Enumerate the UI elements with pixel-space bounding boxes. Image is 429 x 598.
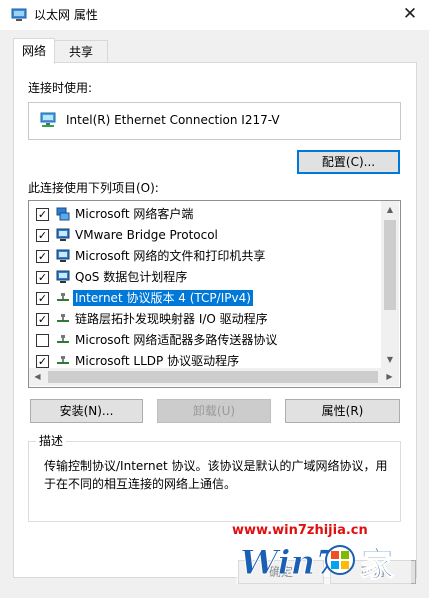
list-item[interactable]: ✓ Microsoft 网络的文件和打印机共享 xyxy=(29,246,381,267)
title-bar: 以太网 属性 ✕ xyxy=(0,0,429,30)
close-icon: ✕ xyxy=(402,4,418,24)
item-label: VMware Bridge Protocol xyxy=(75,228,218,242)
adapter-name: Intel(R) Ethernet Connection I217-V xyxy=(66,113,280,127)
item-checkbox[interactable]: ✓ xyxy=(36,271,49,284)
computer-icon xyxy=(56,270,70,284)
watermark-url: www.win7zhijia.cn xyxy=(232,523,368,538)
item-checkbox[interactable]: ✓ xyxy=(36,208,49,221)
vertical-scrollbar[interactable]: ▲ ▼ xyxy=(381,201,399,368)
item-label: Internet 协议版本 4 (TCP/IPv4) xyxy=(73,290,253,306)
properties-button[interactable]: 属性(R) xyxy=(285,399,400,423)
item-label: Microsoft 网络客户端 xyxy=(75,207,194,221)
description-legend: 描述 xyxy=(36,433,67,449)
items-label: 此连接使用下列项目(O): xyxy=(28,181,159,195)
tab-network[interactable]: 网络 xyxy=(13,38,55,64)
computer-icon xyxy=(56,249,70,263)
scroll-right-icon[interactable]: ▶ xyxy=(381,368,398,386)
item-label: Microsoft 网络的文件和打印机共享 xyxy=(75,249,266,263)
item-checkbox[interactable]: ✓ xyxy=(36,250,49,263)
item-label: 链路层拓扑发现映射器 I/O 驱动程序 xyxy=(75,312,268,326)
item-label: Microsoft 网络适配器多路传送器协议 xyxy=(75,333,278,347)
scroll-thumb-horizontal[interactable] xyxy=(48,371,378,383)
tab-sharing[interactable]: 共享 xyxy=(54,40,108,64)
list-item[interactable]: ✓ Internet 协议版本 4 (TCP/IPv4) xyxy=(29,288,381,309)
list-item[interactable]: ✓ Microsoft 网络客户端 xyxy=(29,204,381,225)
protocol-icon xyxy=(56,333,70,347)
computer-icon xyxy=(56,228,70,242)
scroll-thumb[interactable] xyxy=(384,220,396,310)
list-item[interactable]: Microsoft 网络适配器多路传送器协议 xyxy=(29,330,381,351)
list-item[interactable]: ✓ VMware Bridge Protocol xyxy=(29,225,381,246)
connect-using-label: 连接时使用: xyxy=(28,81,93,95)
description-text: 传输控制协议/Internet 协议。该协议是默认的广域网络协议，用于在不同的相… xyxy=(44,459,388,491)
network-adapter-icon xyxy=(40,112,56,127)
item-checkbox[interactable] xyxy=(36,334,49,347)
item-checkbox[interactable]: ✓ xyxy=(36,292,49,305)
protocol-icon xyxy=(56,291,70,305)
window-title: 以太网 属性 xyxy=(34,8,98,22)
svg-text:Win7: Win7 xyxy=(240,543,339,583)
svg-text:家: 家 xyxy=(360,545,394,584)
configure-button[interactable]: 配置(C)... xyxy=(297,150,400,174)
install-button[interactable]: 安装(N)... xyxy=(30,399,143,423)
adapter-box: Intel(R) Ethernet Connection I217-V xyxy=(28,102,401,140)
win7-logo: Win7 家 xyxy=(236,538,411,584)
close-button[interactable]: ✕ xyxy=(399,2,421,26)
items-list: ✓ Microsoft 网络客户端 ✓ VMware Bridge Protocol ✓… xyxy=(28,200,401,388)
protocol-icon xyxy=(56,354,70,368)
scroll-up-icon[interactable]: ▲ xyxy=(381,201,399,218)
item-checkbox[interactable]: ✓ xyxy=(36,313,49,326)
scroll-down-icon[interactable]: ▼ xyxy=(381,351,399,368)
protocol-icon xyxy=(56,312,70,326)
scroll-left-icon[interactable]: ◀ xyxy=(29,368,46,386)
item-label: Microsoft LLDP 协议驱动程序 xyxy=(75,354,240,368)
uninstall-button[interactable]: 卸载(U) xyxy=(157,399,271,423)
list-item[interactable]: ✓ 链路层拓扑发现映射器 I/O 驱动程序 xyxy=(29,309,381,330)
item-label: QoS 数据包计划程序 xyxy=(75,270,188,284)
network-adapter-icon xyxy=(11,8,27,21)
horizontal-scrollbar[interactable]: ◀ ▶ xyxy=(29,368,399,386)
item-checkbox[interactable]: ✓ xyxy=(36,355,49,368)
item-checkbox[interactable]: ✓ xyxy=(36,229,49,242)
network-client-icon xyxy=(56,207,70,221)
list-item[interactable]: ✓ QoS 数据包计划程序 xyxy=(29,267,381,288)
